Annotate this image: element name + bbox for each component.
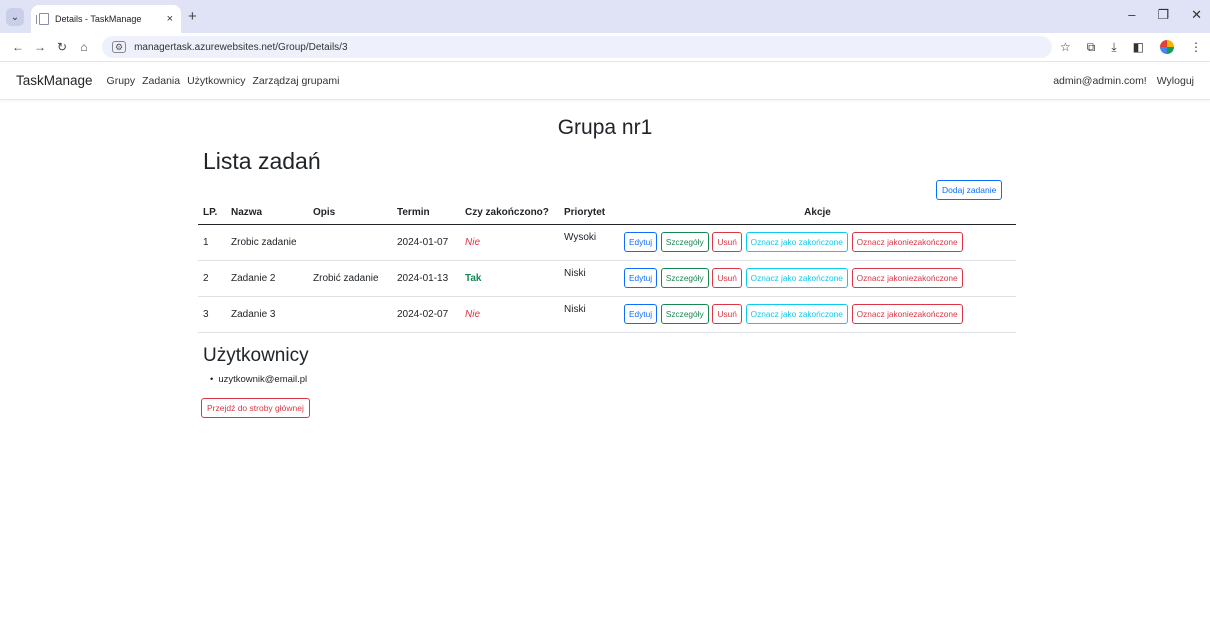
task-list-heading: Lista zadań [203,148,321,174]
menu-kebab-icon[interactable]: ⋮ [1190,40,1202,54]
mark-undone-button[interactable]: Oznacz jakoniezakończone [851,268,963,288]
tab-title: Details - TaskManage [55,14,142,24]
edit-button[interactable]: Edytuj [624,304,658,324]
app-navbar: TaskManage Grupy Zadania Użytkownicy Zar… [0,62,1210,100]
delete-button[interactable]: Usuń [712,304,742,324]
mark-undone-button[interactable]: Oznacz jakoniezakończone [851,304,963,324]
edit-button[interactable]: Edytuj [624,268,658,288]
cell-priority: Wysoki [559,224,619,261]
cell-description [308,224,392,261]
cell-deadline: 2024-01-07 [392,224,460,261]
minimize-icon[interactable]: – [1128,7,1135,23]
bookmark-star-icon[interactable]: ☆ [1060,40,1071,54]
task-table: LP. Nazwa Opis Termin Czy zakończono? Pr… [198,202,1016,333]
details-button[interactable]: Szczegóły [660,268,709,288]
side-panel-icon[interactable]: ◧ [1133,40,1144,54]
details-button[interactable]: Szczegóły [660,304,709,324]
cell-name: Zadanie 2 [226,260,308,297]
cell-actions: Edytuj Szczegóły Usuń Oznacz jako zakońc… [619,296,1016,333]
restore-icon[interactable]: ❐ [1157,7,1169,23]
cell-description: Zrobić zadanie [308,260,392,297]
forward-arrow-icon[interactable]: → [30,40,50,54]
table-row: 3 Zadanie 3 2024-02-07 Nie Niski Edytuj … [198,296,1016,333]
cell-completed: Nie [460,296,559,333]
logout-link[interactable]: Wyloguj [1157,75,1194,87]
back-arrow-icon[interactable]: ← [8,40,28,54]
nav-user-area: admin@admin.com! Wyloguj [1053,75,1194,87]
reload-icon[interactable]: ↻ [52,40,72,54]
column-header-completed: Czy zakończono? [460,202,559,225]
new-tab-button[interactable]: + [188,8,197,25]
window-controls: – ❐ ✕ [1128,7,1202,23]
cell-name: Zrobic zadanie [226,224,308,261]
tab-close-icon[interactable]: × [167,13,173,25]
page-favicon-icon [36,13,49,25]
table-row: 2 Zadanie 2 Zrobić zadanie 2024-01-13 Ta… [198,260,1016,297]
site-info-icon[interactable]: ⚙ [112,41,127,53]
toolbar-actions: ☆ ⧉ ⤓ ◧ ⋮ [1060,40,1202,55]
delete-button[interactable]: Usuń [712,268,742,288]
delete-button[interactable]: Usuń [712,232,742,252]
cell-lp: 2 [198,260,226,297]
cell-completed: Tak [460,260,559,297]
brand-link[interactable]: TaskManage [16,73,93,88]
users-list: uzytkownik@email.pl [210,374,307,385]
url-text[interactable]: managertask.azurewebsites.net/Group/Deta… [134,42,347,53]
browser-toolbar: ← → ↻ ⌂ ⚙ managertask.azurewebsites.net/… [0,33,1210,62]
cell-lp: 3 [198,296,226,333]
users-heading: Użytkownicy [203,345,309,366]
cell-deadline: 2024-01-13 [392,260,460,297]
list-item: uzytkownik@email.pl [210,374,307,385]
cell-priority: Niski [559,260,619,297]
column-header-description: Opis [308,202,392,225]
cell-deadline: 2024-02-07 [392,296,460,333]
close-icon[interactable]: ✕ [1191,7,1202,23]
details-button[interactable]: Szczegóły [660,232,709,252]
column-header-lp: LP. [198,202,226,225]
mark-undone-button[interactable]: Oznacz jakoniezakończone [851,232,963,252]
table-header-row: LP. Nazwa Opis Termin Czy zakończono? Pr… [198,202,1016,225]
cell-actions: Edytuj Szczegóły Usuń Oznacz jako zakońc… [619,260,1016,297]
mark-done-button[interactable]: Oznacz jako zakończone [745,268,848,288]
nav-link-manage-groups[interactable]: Zarządzaj grupami [252,75,339,87]
back-to-home-button[interactable]: Przejdź do stroby głównej [201,398,310,418]
extensions-icon[interactable]: ⧉ [1087,40,1096,55]
nav-link-tasks[interactable]: Zadania [142,75,180,87]
page-title: Grupa nr1 [557,116,653,139]
address-bar[interactable]: ⚙ managertask.azurewebsites.net/Group/De… [102,36,1052,58]
nav-link-users[interactable]: Użytkownicy [187,75,245,87]
download-icon[interactable]: ⤓ [1111,40,1116,55]
table-row: 1 Zrobic zadanie 2024-01-07 Nie Wysoki E… [198,224,1016,261]
user-email-link[interactable]: admin@admin.com! [1053,75,1147,87]
edit-button[interactable]: Edytuj [624,232,658,252]
cell-description [308,296,392,333]
home-icon[interactable]: ⌂ [74,40,94,54]
cell-priority: Niski [559,296,619,333]
cell-name: Zadanie 3 [226,296,308,333]
mark-done-button[interactable]: Oznacz jako zakończone [745,304,848,324]
column-header-deadline: Termin [392,202,460,225]
profile-avatar-icon[interactable] [1160,40,1174,54]
column-header-actions: Akcje [619,202,1016,225]
column-header-priority: Priorytet [559,202,619,225]
tab-search-button[interactable]: ⌄ [6,8,24,26]
mark-done-button[interactable]: Oznacz jako zakończone [745,232,848,252]
cell-completed: Nie [460,224,559,261]
browser-tab[interactable]: Details - TaskManage × [31,5,181,33]
column-header-name: Nazwa [226,202,308,225]
cell-actions: Edytuj Szczegóły Usuń Oznacz jako zakońc… [619,224,1016,261]
add-task-button[interactable]: Dodaj zadanie [936,180,1003,200]
cell-lp: 1 [198,224,226,261]
nav-link-groups[interactable]: Grupy [107,75,136,87]
browser-tabstrip: ⌄ Details - TaskManage × + – ❐ ✕ [0,0,1210,33]
